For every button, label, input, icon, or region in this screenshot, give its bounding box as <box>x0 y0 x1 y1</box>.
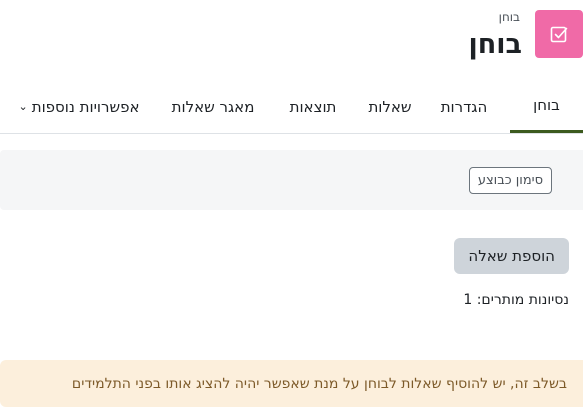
chevron-down-icon: ⌄ <box>18 100 28 113</box>
tab-label: תוצאות <box>289 97 337 116</box>
tab-label: שאלות <box>368 97 412 116</box>
checkbox-icon <box>535 10 583 58</box>
tab-questions[interactable]: שאלות <box>362 80 418 133</box>
secondary-navigation: בוחן הגדרות שאלות תוצאות מאגר שאלות אפשר… <box>0 80 583 134</box>
tab-more-options[interactable]: אפשרויות נוספות ⌄ <box>9 80 149 133</box>
page-pretitle: בוחן <box>498 10 520 24</box>
tab-question-bank[interactable]: מאגר שאלות <box>163 80 263 133</box>
info-notice: בשלב זה, יש להוסיף שאלות לבוחן על מנת שא… <box>0 360 583 407</box>
page-header: בוחן בוחן <box>0 0 583 80</box>
activity-action-bar: סימון כבוצע <box>0 150 583 210</box>
tab-settings[interactable]: הגדרות <box>433 80 495 133</box>
page-title: בוחן <box>468 29 522 60</box>
add-question-button[interactable]: הוספת שאלה <box>454 238 569 274</box>
tab-quiz[interactable]: בוחן <box>510 80 583 133</box>
tab-label: אפשרויות נוספות <box>31 97 140 116</box>
tab-label: הגדרות <box>440 97 488 116</box>
mark-as-done-button[interactable]: סימון כבוצע <box>468 167 552 194</box>
tab-label: בוחן <box>533 96 560 114</box>
attempts-allowed: נסיונות מותרים: 1 <box>463 292 569 308</box>
tab-results[interactable]: תוצאות <box>279 80 347 133</box>
tab-label: מאגר שאלות <box>171 97 255 116</box>
